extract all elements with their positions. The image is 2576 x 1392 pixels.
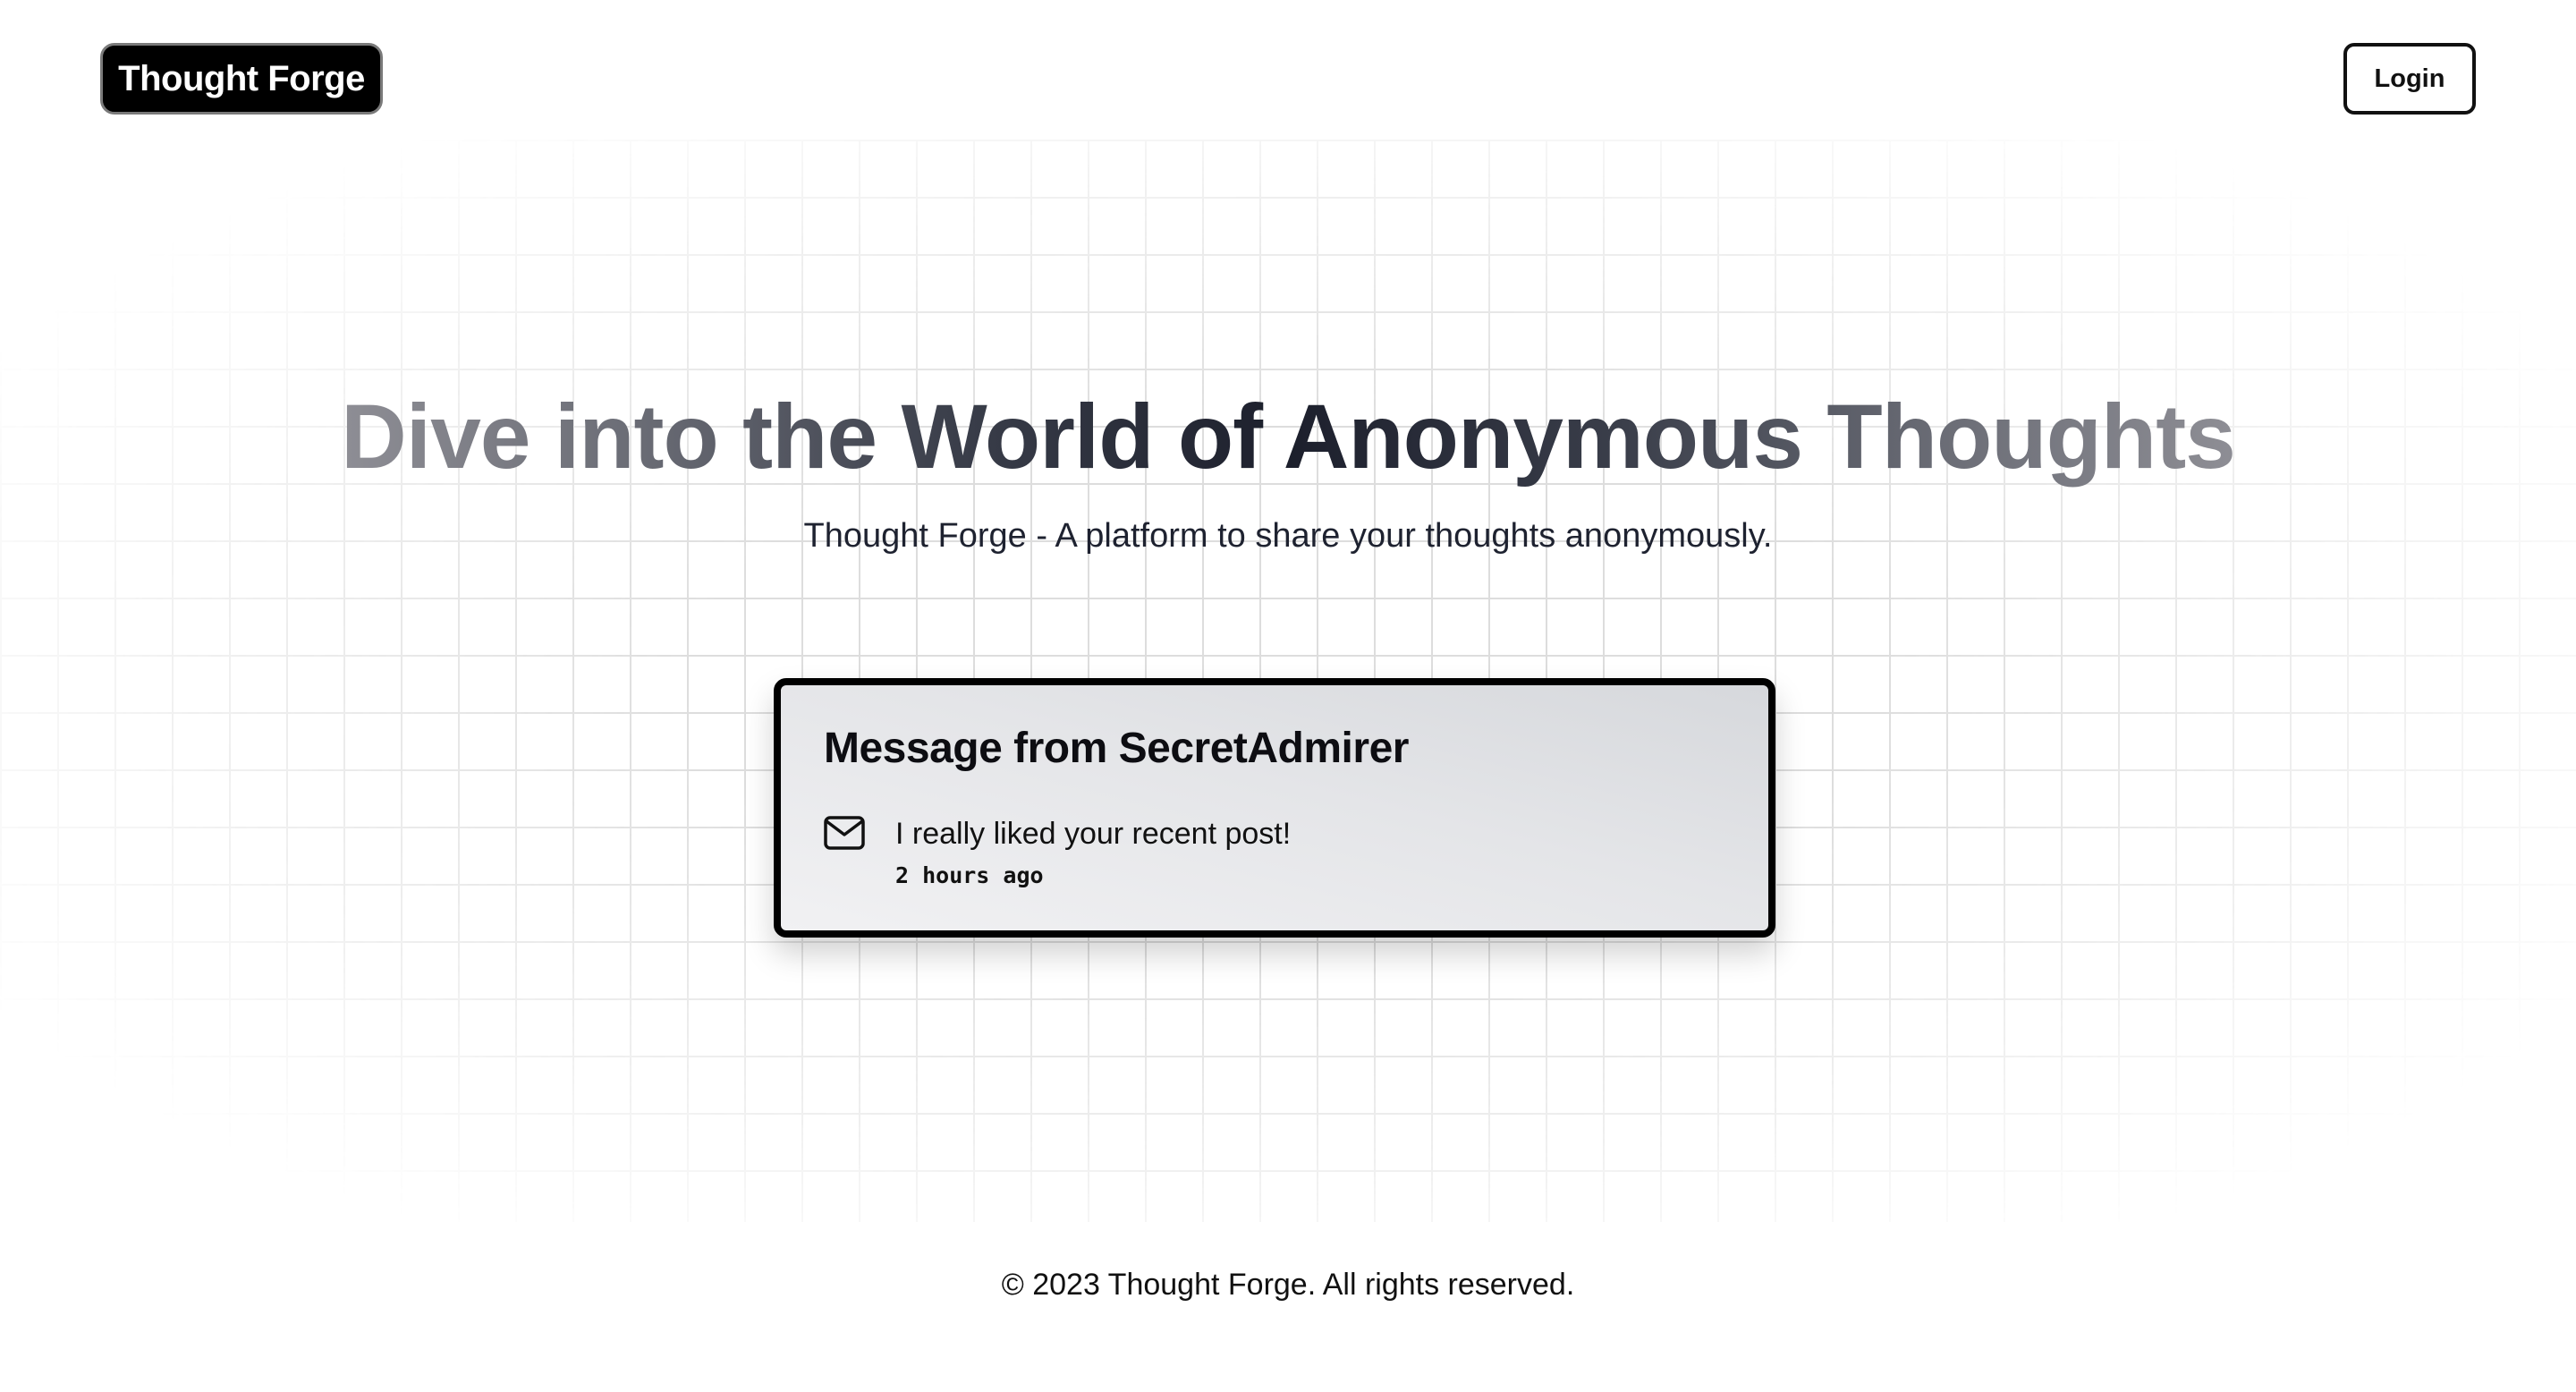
footer: © 2023 Thought Forge. All rights reserve… <box>0 1267 2576 1303</box>
login-button-label: Login <box>2374 64 2445 93</box>
hero-subtitle: Thought Forge - A platform to share your… <box>803 517 1773 555</box>
message-timestamp: 2 hours ago <box>895 862 1044 888</box>
brand-name: Thought Forge <box>118 58 365 98</box>
page: Thought Forge Login Dive into the World … <box>0 0 2576 1392</box>
message-card: Message from SecretAdmirer I really like… <box>774 678 1775 938</box>
login-button[interactable]: Login <box>2343 43 2476 115</box>
hero-title: Dive into the World of Anonymous Thought… <box>0 383 2576 490</box>
message-content: I really liked your recent post! <box>895 817 1292 851</box>
top-navbar: Thought Forge Login <box>0 0 2576 140</box>
hero-section: Dive into the World of Anonymous Thought… <box>0 140 2576 1222</box>
message-card-title: Message from SecretAdmirer <box>824 725 1409 772</box>
brand-logo-link[interactable]: Thought Forge <box>100 43 383 115</box>
mail-icon <box>824 816 865 850</box>
footer-copyright: © 2023 Thought Forge. All rights reserve… <box>1001 1268 1575 1302</box>
